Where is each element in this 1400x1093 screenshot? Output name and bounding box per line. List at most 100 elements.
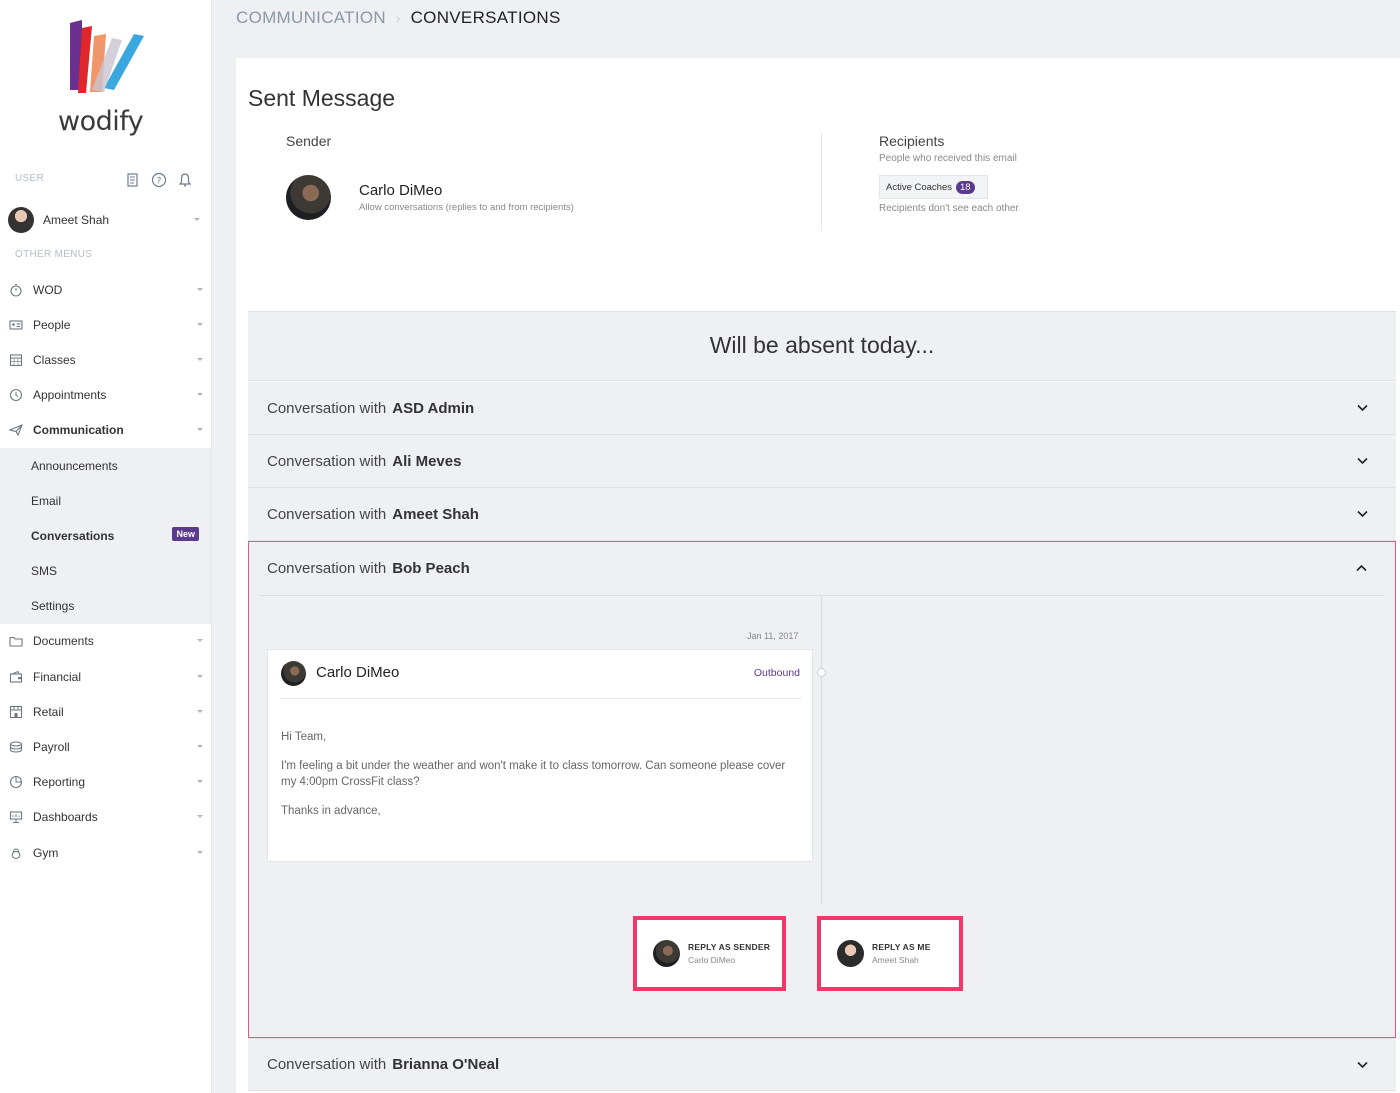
nav-label: Payroll — [33, 740, 70, 755]
nav-label: Appointments — [33, 388, 107, 403]
subnav-item-settings[interactable]: Settings — [0, 589, 211, 624]
bell-icon[interactable] — [177, 172, 193, 188]
nav-label: Retail — [33, 704, 64, 719]
chevron-down-icon — [197, 709, 203, 713]
recipient-count-badge: 18 — [956, 180, 975, 194]
presentation-icon — [8, 810, 24, 824]
help-icon[interactable]: ? — [151, 172, 167, 188]
breadcrumb-parent[interactable]: COMMUNICATION — [236, 8, 386, 28]
nav-label: People — [33, 317, 71, 332]
subnav-label: Settings — [31, 599, 75, 614]
reply-as-sender-button[interactable]: REPLY AS SENDER Carlo DiMeo — [633, 916, 786, 991]
sender-label: Sender — [286, 133, 332, 149]
conversation-row[interactable]: Conversation with Ameet Shah — [248, 488, 1396, 541]
chevron-down-icon[interactable] — [1357, 402, 1368, 413]
timeline-dot — [817, 668, 826, 677]
nav-item-appointments[interactable]: Appointments — [0, 378, 211, 413]
reply-as-me-button[interactable]: REPLY AS ME Ameet Shah — [817, 916, 963, 991]
chevron-down-icon[interactable] — [1357, 455, 1368, 466]
divider — [821, 133, 822, 231]
notes-icon[interactable] — [125, 172, 141, 188]
nav-item-retail[interactable]: Retail — [0, 694, 211, 729]
message-paragraph: Thanks in advance, — [281, 805, 381, 817]
conversation-header[interactable]: Conversation with Bob Peach — [249, 542, 1395, 595]
reply-text: REPLY AS SENDER Carlo DiMeo — [688, 942, 770, 965]
sender-note: Allow conversations (replies to and from… — [359, 202, 574, 213]
subnav-item-email[interactable]: Email — [0, 483, 211, 518]
sent-message-panel: Sent Message Sender Carlo DiMeo Allow co… — [236, 58, 1400, 1093]
message-date: Jan 11, 2017 — [747, 631, 799, 641]
nav-item-reporting[interactable]: Reporting — [0, 765, 211, 800]
nav-item-classes[interactable]: Classes — [0, 342, 211, 377]
recipient-group-tag[interactable]: Active Coaches 18 — [879, 175, 988, 199]
clock-icon — [8, 388, 24, 402]
conversation-row[interactable]: Conversation with Ali Meves — [248, 435, 1396, 488]
nav-label: Financial — [33, 669, 82, 684]
nav-item-gym[interactable]: Gym — [0, 835, 211, 870]
nav-item-wod[interactable]: WOD — [0, 272, 211, 307]
subnav-label: Announcements — [31, 458, 118, 473]
wodify-logo-mark — [70, 20, 144, 93]
conversation-row[interactable]: Conversation with ASD Admin — [248, 382, 1396, 435]
user-section-label: USER — [15, 173, 44, 184]
chevron-right-icon: › — [395, 10, 401, 26]
recipient-group-name: Active Coaches — [886, 181, 953, 193]
subnav-label: Conversations — [31, 528, 115, 543]
user-avatar — [8, 207, 34, 233]
wodify-logo[interactable]: wodify — [50, 18, 160, 143]
reply-name: Carlo DiMeo — [688, 955, 736, 965]
message-paragraph: Hi Team, — [281, 731, 327, 743]
nav-label: Communication — [33, 423, 124, 438]
nav-item-financial[interactable]: Financial — [0, 659, 211, 694]
conversation-prefix: Conversation with — [267, 560, 387, 577]
reply-title: REPLY AS ME — [872, 942, 931, 952]
conversation-prefix: Conversation with — [267, 1056, 387, 1073]
main-nav: WOD People Classes Appointments Communic… — [0, 272, 211, 870]
nav-label: Reporting — [33, 775, 86, 790]
chevron-down-icon — [197, 428, 203, 432]
chevron-down-icon — [197, 674, 203, 678]
wallet-icon — [8, 670, 24, 684]
user-tools: ? — [125, 172, 193, 188]
money-stack-icon — [8, 740, 24, 754]
subnav-item-announcements[interactable]: Announcements — [0, 448, 211, 483]
nav-item-documents[interactable]: Documents — [0, 624, 211, 659]
conversation-name: Ali Meves — [392, 452, 462, 470]
chevron-down-icon — [197, 357, 203, 361]
conversation-prefix: Conversation with — [267, 399, 387, 417]
paper-plane-icon — [8, 423, 24, 437]
new-badge: New — [172, 527, 199, 542]
subnav-label: SMS — [31, 564, 58, 579]
reply-me-avatar — [837, 940, 864, 967]
communication-submenu: Announcements Email Conversations New SM… — [0, 447, 211, 624]
user-menu[interactable]: Ameet Shah — [8, 206, 208, 234]
chevron-down-icon — [197, 393, 203, 397]
conversation-prefix: Conversation with — [267, 452, 387, 470]
nav-item-payroll[interactable]: Payroll — [0, 729, 211, 764]
nav-item-dashboards[interactable]: Dashboards — [0, 800, 211, 835]
subnav-item-conversations[interactable]: Conversations New — [0, 518, 211, 553]
user-name: Ameet Shah — [43, 213, 110, 227]
other-menus-label: OTHER MENUS — [15, 249, 93, 260]
conversation-prefix: Conversation with — [267, 505, 387, 523]
id-card-icon — [8, 318, 24, 332]
recipients-subtitle: People who received this email — [879, 153, 1017, 164]
chevron-up-icon[interactable] — [1356, 563, 1367, 574]
chevron-down-icon[interactable] — [1357, 1059, 1368, 1070]
conversation-name: ASD Admin — [392, 399, 475, 417]
reply-name: Ameet Shah — [872, 955, 919, 965]
chevron-down-icon — [197, 639, 203, 643]
nav-item-communication[interactable]: Communication — [0, 413, 211, 448]
subnav-item-sms[interactable]: SMS — [0, 554, 211, 589]
kettlebell-icon — [8, 846, 24, 860]
chevron-down-icon[interactable] — [1357, 508, 1368, 519]
page-title: Sent Message — [248, 85, 396, 111]
message-subject-bar: Will be absent today... — [248, 311, 1396, 381]
message-sender-name: Carlo DiMeo — [316, 664, 400, 681]
nav-item-people[interactable]: People — [0, 307, 211, 342]
chevron-down-icon — [197, 745, 203, 749]
conversation-name: Ameet Shah — [392, 505, 479, 523]
conversation-row[interactable]: Conversation with Brianna O'Neal — [248, 1038, 1396, 1091]
reply-text: REPLY AS ME Ameet Shah — [872, 942, 931, 965]
subnav-label: Email — [31, 493, 62, 508]
